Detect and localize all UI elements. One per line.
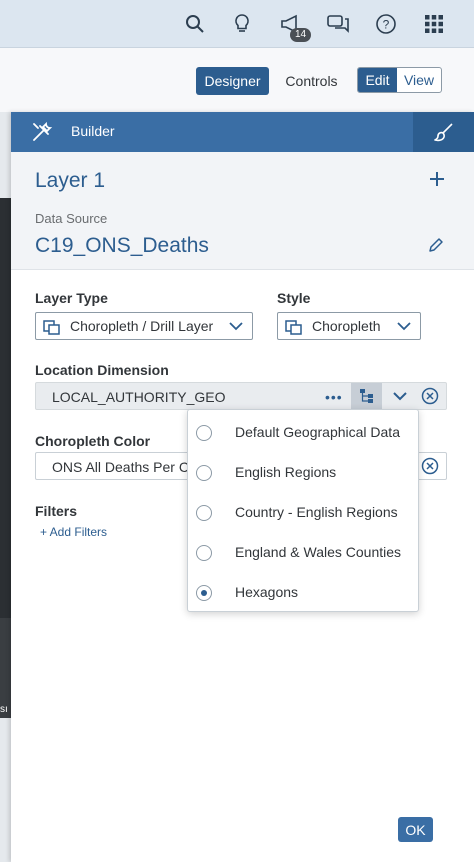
style-select[interactable]: Choropleth	[277, 312, 421, 340]
hierarchy-button[interactable]	[351, 383, 382, 409]
layers-icon	[285, 320, 302, 335]
layer-type-label: Layer Type	[35, 290, 108, 306]
data-source-value: C19_ONS_Deaths	[35, 234, 209, 257]
hierarchy-option[interactable]: English Regions	[188, 452, 420, 492]
location-dimension-value: LOCAL_AUTHORITY_GEO	[52, 389, 226, 405]
style-label: Style	[277, 290, 311, 306]
location-dimension-field[interactable]: LOCAL_AUTHORITY_GEO •••	[35, 382, 447, 410]
style-value: Choropleth	[312, 318, 381, 334]
filters-label: Filters	[35, 503, 78, 519]
edit-data-source-icon[interactable]	[428, 237, 446, 255]
edit-button[interactable]: Edit	[358, 68, 397, 92]
tools-icon	[31, 121, 53, 143]
controls-button[interactable]: Controls	[279, 67, 344, 95]
clear-icon[interactable]	[421, 457, 439, 475]
radio-button[interactable]	[196, 545, 212, 561]
ok-button[interactable]: OK	[398, 817, 433, 842]
hierarchy-option-label: Default Geographical Data	[235, 424, 400, 440]
paintbrush-icon	[433, 123, 453, 142]
more-options-icon[interactable]: •••	[325, 389, 343, 405]
radio-button[interactable]	[196, 505, 212, 521]
choropleth-color-value: ONS All Deaths Per Ca	[52, 459, 188, 475]
apps-grid-icon[interactable]	[422, 12, 446, 36]
add-layer-icon[interactable]	[428, 170, 448, 190]
hierarchy-option-label: English Regions	[235, 464, 337, 480]
builder-title: Builder	[71, 123, 115, 139]
chat-icon[interactable]	[326, 12, 350, 36]
layer-type-value: Choropleth / Drill Layer	[70, 318, 214, 334]
hierarchy-option-selected[interactable]: Hexagons	[188, 572, 420, 612]
radio-button[interactable]	[196, 465, 212, 481]
canvas-dark-area	[0, 198, 11, 618]
data-source-label: Data Source	[35, 211, 108, 226]
hierarchy-option-label: Country - English Regions	[235, 504, 398, 520]
layer-title: Layer 1	[35, 169, 106, 192]
hierarchy-popover: Default Geographical Data English Region…	[187, 409, 419, 612]
help-icon[interactable]: ?	[374, 12, 398, 36]
hierarchy-icon	[359, 389, 373, 403]
styling-button[interactable]	[413, 112, 474, 152]
edit-view-toggle: Edit View	[357, 67, 442, 93]
choropleth-color-label: Choropleth Color	[35, 433, 151, 449]
svg-text:?: ?	[383, 18, 390, 32]
search-icon[interactable]	[183, 12, 207, 36]
add-filters-link[interactable]: + Add Filters	[40, 525, 107, 539]
hierarchy-option-label: Hexagons	[235, 584, 299, 600]
view-button[interactable]: View	[397, 68, 441, 92]
lightbulb-icon[interactable]	[230, 12, 254, 36]
radio-button-selected[interactable]	[196, 585, 212, 601]
radio-button[interactable]	[196, 425, 212, 441]
chevron-down-icon[interactable]	[392, 388, 408, 404]
builder-header: Builder	[11, 112, 474, 152]
canvas-dark-area-lower	[0, 618, 11, 718]
notification-badge: 14	[290, 28, 312, 42]
hierarchy-option-label: England & Wales Counties	[235, 544, 402, 560]
layer-type-select[interactable]: Choropleth / Drill Layer	[35, 312, 253, 340]
hierarchy-option[interactable]: England & Wales Counties	[188, 532, 420, 572]
location-dimension-label: Location Dimension	[35, 362, 169, 378]
hierarchy-option[interactable]: Default Geographical Data	[188, 412, 420, 452]
designer-button[interactable]: Designer	[196, 67, 269, 95]
hierarchy-option[interactable]: Country - English Regions	[188, 492, 420, 532]
shell-bar: 14 ?	[0, 0, 474, 48]
chevron-down-icon	[229, 322, 243, 331]
chevron-down-icon	[397, 322, 411, 331]
clear-icon[interactable]	[421, 387, 439, 405]
layers-icon	[43, 320, 60, 335]
canvas-edge-text: sı	[0, 704, 8, 715]
